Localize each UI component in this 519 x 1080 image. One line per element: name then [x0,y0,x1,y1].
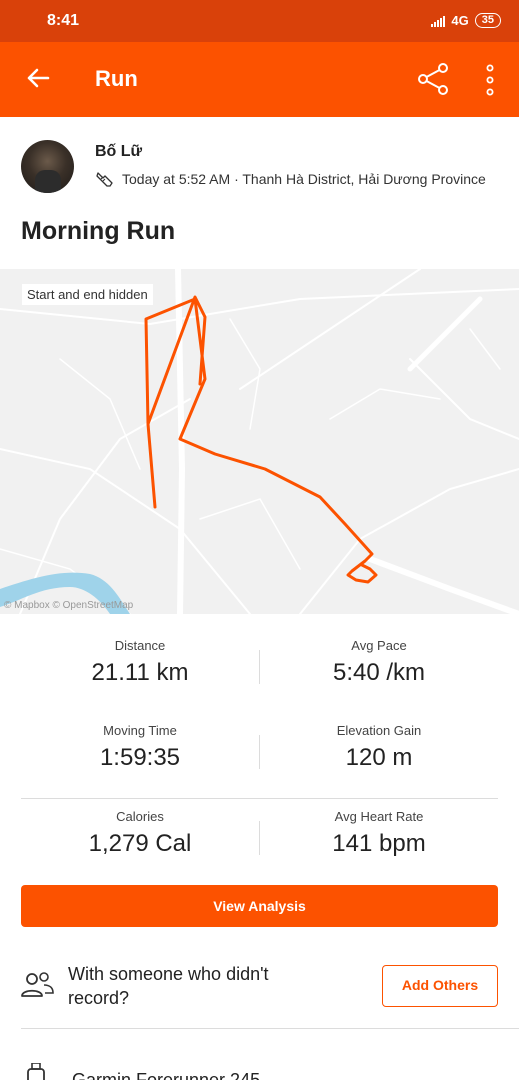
stat-label: Distance [114,638,166,653]
stat-row: Calories 1,279 Cal Avg Heart Rate 141 bp… [21,798,498,883]
stat-value: 120 m [345,744,413,771]
app-bar: Run [0,42,519,117]
avatar[interactable] [21,140,74,193]
stat-label: Moving Time [103,723,177,738]
athlete-name[interactable]: Bố Lữ [95,143,142,161]
page-title: Run [95,66,138,91]
stat-label: Elevation Gain [336,723,422,738]
stat-label: Avg Pace [351,638,407,653]
stat-distance: Distance 21.11 km [21,638,259,687]
map-canvas [0,269,519,614]
share-icon[interactable] [416,62,450,96]
activity-meta: Today at 5:52 AM · Thanh Hà District, Hả… [122,171,486,187]
signal-icon [431,15,446,27]
stat-label: Calories [116,809,164,824]
map-attribution: © Mapbox © OpenStreetMap [4,600,134,611]
stat-value: 21.11 km [91,659,189,686]
activity-title: Morning Run [21,217,176,245]
start-end-hidden-label: Start and end hidden [22,284,153,305]
status-bar: 8:41 4G 35 [0,0,519,42]
stat-value: 141 bpm [332,830,426,857]
stat-moving-time: Moving Time 1:59:35 [21,723,259,772]
shoe-icon [96,172,113,187]
view-analysis-button[interactable]: View Analysis [21,885,498,927]
stat-value: 1,279 Cal [88,830,192,857]
status-indicators: 4G 35 [431,13,501,28]
device-name: Garmin Forerunner 245 [72,1070,261,1080]
stat-value: 1:59:35 [99,744,181,771]
back-arrow-icon[interactable] [24,64,52,92]
stat-avg-heart-rate: Avg Heart Rate 141 bpm [260,809,498,858]
stat-elevation-gain: Elevation Gain 120 m [260,723,498,772]
watch-icon [27,1063,45,1080]
with-others-prompt: With someone who didn't record? [68,964,269,1008]
more-options-icon[interactable] [480,62,500,98]
battery-icon: 35 [474,13,501,28]
stat-label: Avg Heart Rate [334,809,424,824]
network-type: 4G [451,13,469,28]
stat-row: Moving Time 1:59:35 Elevation Gain 120 m [21,713,498,798]
route-map[interactable]: Start and end hidden © Mapbox © OpenStre… [0,269,519,614]
stat-row: Distance 21.11 km Avg Pace 5:40 /km [21,628,498,713]
battery-level: 35 [481,14,494,26]
divider [21,1028,519,1029]
people-icon [21,972,54,997]
stat-calories: Calories 1,279 Cal [21,809,259,858]
stat-value: 5:40 /km [332,659,426,686]
stats-grid: Distance 21.11 km Avg Pace 5:40 /km Movi… [21,628,498,883]
add-others-button[interactable]: Add Others [382,965,498,1007]
status-time: 8:41 [47,12,80,29]
stat-avg-pace: Avg Pace 5:40 /km [260,638,498,687]
